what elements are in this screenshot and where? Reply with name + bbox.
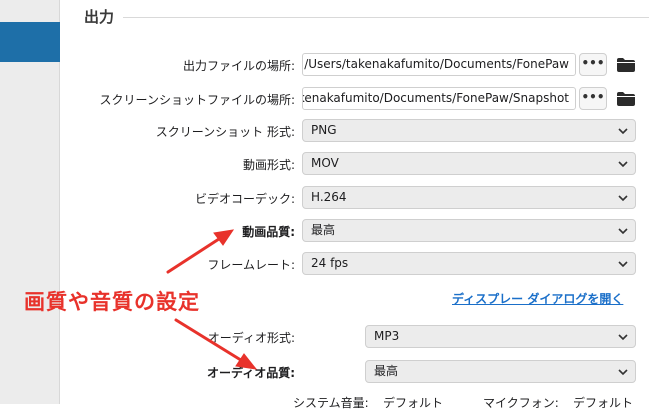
screenshot-format-label: スクリーンショット 形式: bbox=[155, 125, 295, 139]
audio-format-value: MP3 bbox=[374, 329, 400, 343]
system-audio-value[interactable]: デフォルト bbox=[383, 394, 443, 411]
video-codec-select[interactable]: H.264 bbox=[302, 186, 636, 209]
microphone-label: マイクフォン: bbox=[483, 396, 559, 410]
audio-quality-value: 最高 bbox=[374, 364, 399, 378]
chevron-down-icon bbox=[618, 128, 628, 135]
output-location-browse-button[interactable]: ••• bbox=[579, 53, 607, 76]
frame-rate-label: フレームレート: bbox=[207, 258, 295, 272]
frame-rate-select[interactable]: 24 fps bbox=[302, 252, 636, 275]
video-format-value: MOV bbox=[311, 156, 339, 170]
video-quality-value: 最高 bbox=[311, 223, 336, 237]
chevron-down-icon bbox=[618, 228, 628, 235]
screenshot-format-select[interactable]: PNG bbox=[302, 119, 636, 142]
section-title: 出力 bbox=[84, 8, 115, 26]
video-format-select[interactable]: MOV bbox=[302, 152, 636, 175]
microphone-value[interactable]: デフォルト bbox=[573, 394, 633, 411]
video-format-label: 動画形式: bbox=[242, 158, 295, 172]
system-audio-label: システム音量: bbox=[293, 396, 369, 410]
output-location-field[interactable]: /Users/takenakafumito/Documents/FonePaw bbox=[302, 53, 576, 76]
chevron-down-icon bbox=[618, 334, 628, 341]
audio-quality-select[interactable]: 最高 bbox=[365, 360, 636, 383]
audio-format-label: オーディオ形式: bbox=[207, 331, 295, 345]
chevron-down-icon bbox=[618, 369, 628, 376]
chevron-down-icon bbox=[618, 195, 628, 202]
video-codec-value: H.264 bbox=[311, 190, 347, 204]
output-location-label: 出力ファイルの場所: bbox=[182, 59, 295, 73]
folder-icon[interactable] bbox=[617, 58, 635, 72]
annotation-text: 画質や音質の設定 bbox=[24, 290, 200, 314]
video-codec-label: ビデオコーデック: bbox=[194, 192, 295, 206]
screenshot-location-browse-button[interactable]: ••• bbox=[579, 87, 607, 110]
screenshot-location-label: スクリーンショットファイルの場所: bbox=[99, 93, 295, 107]
frame-rate-value: 24 fps bbox=[311, 256, 349, 270]
audio-format-select[interactable]: MP3 bbox=[365, 325, 636, 348]
screenshot-format-value: PNG bbox=[311, 123, 337, 137]
sidebar bbox=[0, 0, 60, 404]
folder-icon[interactable] bbox=[617, 92, 635, 106]
open-display-dialog-link[interactable]: ディスプレー ダイアログを開く bbox=[452, 290, 623, 307]
video-quality-select[interactable]: 最高 bbox=[302, 219, 636, 242]
chevron-down-icon bbox=[618, 161, 628, 168]
video-quality-label: 動画品質: bbox=[242, 225, 295, 239]
screenshot-location-field[interactable]: /Users/takenakafumito/Documents/FonePaw/… bbox=[302, 87, 576, 110]
sidebar-active-item[interactable] bbox=[0, 22, 60, 62]
audio-quality-label: オーディオ品質: bbox=[207, 366, 295, 380]
section-divider bbox=[123, 17, 649, 18]
chevron-down-icon bbox=[618, 261, 628, 268]
